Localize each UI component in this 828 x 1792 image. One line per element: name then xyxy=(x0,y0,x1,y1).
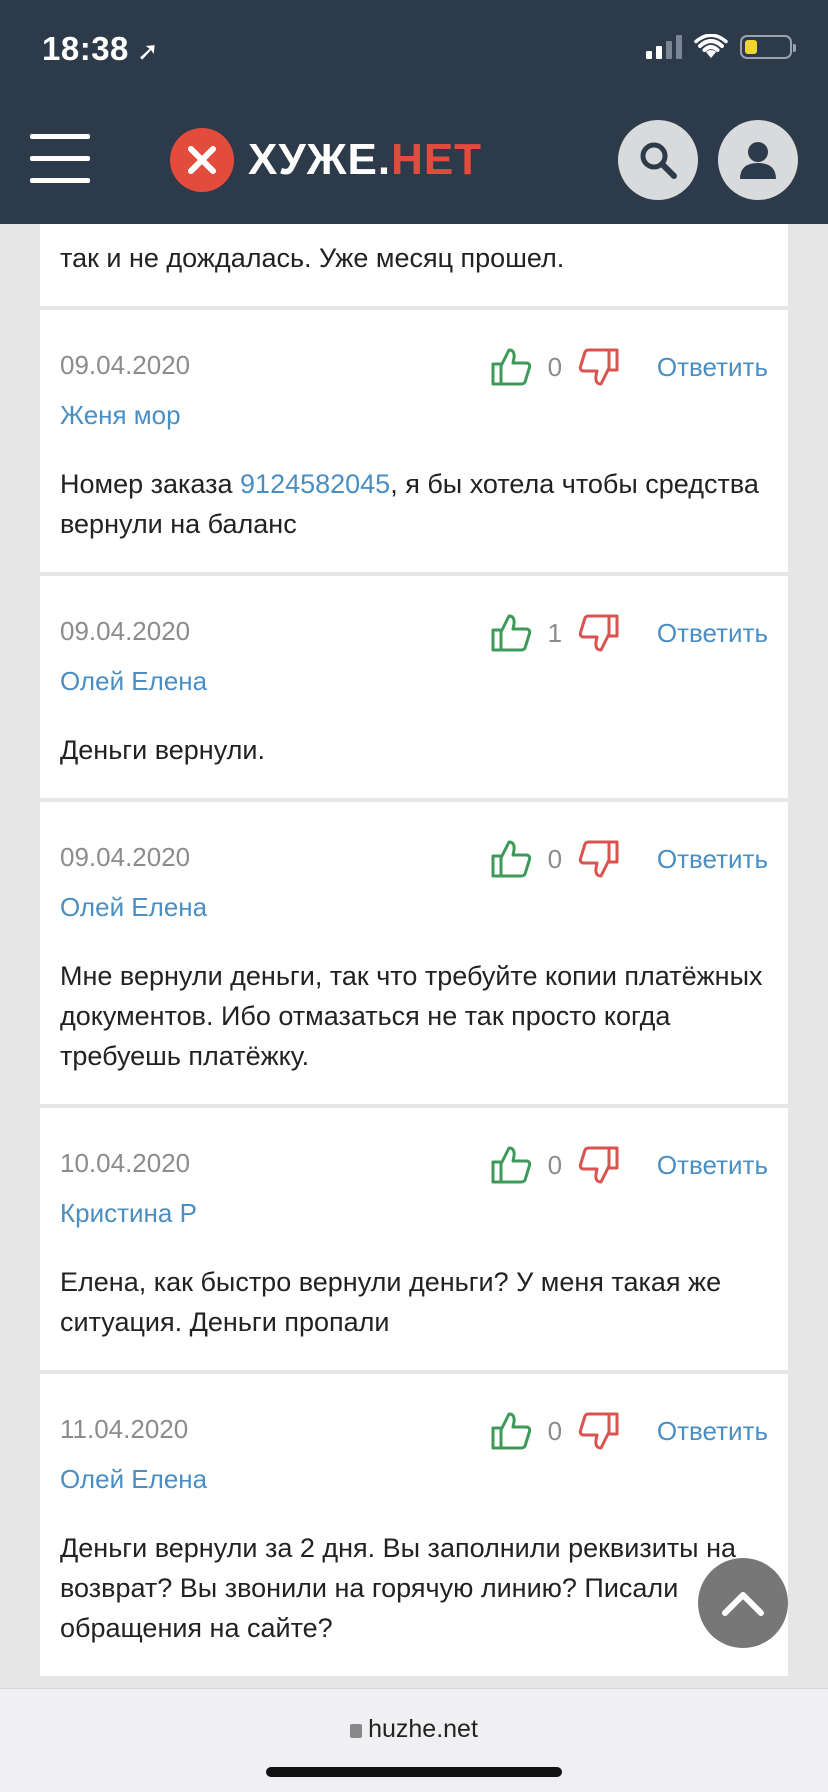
url-text: huzhe.net xyxy=(368,1715,478,1743)
thumbs-down-icon[interactable] xyxy=(577,346,621,388)
account-button[interactable] xyxy=(718,120,798,200)
comment-date: 11.04.2020 xyxy=(60,1414,189,1444)
wifi-icon xyxy=(694,34,728,58)
reply-link[interactable]: Ответить xyxy=(657,844,768,875)
comment-actions: 0 Ответить xyxy=(489,838,768,880)
comment-card: 09.04.2020 Олей Елена 0 Ответить Мне вер… xyxy=(40,802,788,1108)
comment-text: так и не дождалась. Уже месяц прошел. xyxy=(60,243,565,273)
search-icon xyxy=(640,142,677,179)
comment-card: так и не дождалась. Уже месяц прошел. xyxy=(40,224,788,310)
comment-card: 09.04.2020 Женя мор 0 Ответить Номер зак… xyxy=(40,310,788,576)
status-time: 18:38 ➚ xyxy=(42,30,159,68)
location-arrow-icon: ➚ xyxy=(136,36,160,66)
battery-icon xyxy=(740,35,796,59)
comment-author[interactable]: Олей Елена xyxy=(60,892,207,923)
thumbs-up-icon[interactable] xyxy=(489,838,533,880)
reply-link[interactable]: Ответить xyxy=(657,1416,768,1447)
logo-text: ХУЖЕ.НЕТ xyxy=(248,135,482,185)
comment-date: 09.04.2020 xyxy=(60,616,191,646)
comment-text: Мне вернули деньги, так что требуйте коп… xyxy=(60,961,763,1071)
site-header: ХУЖЕ.НЕТ xyxy=(0,96,828,224)
comments-list: так и не дождалась. Уже месяц прошел. 09… xyxy=(40,224,788,1680)
address-bar[interactable]: huzhe.net xyxy=(0,1715,828,1744)
comment-author[interactable]: Кристина Р xyxy=(60,1198,197,1229)
browser-bottom-bar: huzhe.net xyxy=(0,1688,828,1792)
cellular-signal-icon xyxy=(646,35,682,59)
comment-date: 10.04.2020 xyxy=(60,1148,191,1178)
order-number-link[interactable]: 9124582045 xyxy=(240,469,390,499)
comment-author[interactable]: Олей Елена xyxy=(60,666,207,697)
status-bar: 18:38 ➚ xyxy=(0,0,828,96)
user-icon xyxy=(740,142,776,179)
vote-count: 0 xyxy=(547,351,563,382)
comment-actions: 1 Ответить xyxy=(489,612,768,654)
reply-link[interactable]: Ответить xyxy=(657,618,768,649)
comment-text: Деньги вернули за 2 дня. Вы заполнили ре… xyxy=(60,1533,737,1643)
thumbs-up-icon[interactable] xyxy=(489,612,533,654)
chevron-up-icon xyxy=(722,1592,764,1616)
thumbs-down-icon[interactable] xyxy=(577,1144,621,1186)
thumbs-up-icon[interactable] xyxy=(489,346,533,388)
comment-text: Деньги вернули. xyxy=(60,735,265,765)
comment-text: Елена, как быстро вернули деньги? У меня… xyxy=(60,1267,722,1337)
vote-count: 0 xyxy=(547,1415,563,1446)
comment-card: 09.04.2020 Олей Елена 1 Ответить Деньги … xyxy=(40,576,788,802)
vote-count: 0 xyxy=(547,1149,563,1180)
status-icons xyxy=(646,34,796,60)
logo-text-main: ХУЖЕ. xyxy=(248,135,392,184)
comment-date: 09.04.2020 xyxy=(60,842,191,872)
comment-actions: 0 Ответить xyxy=(489,1144,768,1186)
comment-text-part: Номер заказа xyxy=(60,469,241,499)
lock-icon xyxy=(350,1724,363,1738)
thumbs-down-icon[interactable] xyxy=(577,1410,621,1452)
reply-link[interactable]: Ответить xyxy=(657,1150,768,1181)
home-indicator[interactable] xyxy=(266,1767,562,1777)
reply-link[interactable]: Ответить xyxy=(657,352,768,383)
logo-text-accent: НЕТ xyxy=(391,135,483,184)
thumbs-up-icon[interactable] xyxy=(489,1410,533,1452)
vote-count: 1 xyxy=(547,617,563,648)
comment-text: Номер заказа 9124582045, я бы хотела что… xyxy=(60,464,768,544)
search-button[interactable] xyxy=(618,120,698,200)
comment-date: 09.04.2020 xyxy=(60,350,191,380)
comment-actions: 0 Ответить xyxy=(489,1410,768,1452)
vote-count: 0 xyxy=(547,843,563,874)
comment-author[interactable]: Женя мор xyxy=(60,400,181,431)
menu-button[interactable] xyxy=(30,134,90,186)
comment-card: 10.04.2020 Кристина Р 0 Ответить Елена, … xyxy=(40,1108,788,1374)
comment-actions: 0 Ответить xyxy=(489,346,768,388)
scroll-to-top-button[interactable] xyxy=(698,1558,788,1648)
comment-author[interactable]: Олей Елена xyxy=(60,1464,207,1495)
logo-x-icon xyxy=(170,128,234,192)
site-logo[interactable]: ХУЖЕ.НЕТ xyxy=(170,128,482,192)
thumbs-up-icon[interactable] xyxy=(489,1144,533,1186)
clock-text: 18:38 xyxy=(42,30,129,67)
thumbs-down-icon[interactable] xyxy=(577,612,621,654)
comment-card: 11.04.2020 Олей Елена 0 Ответить Деньги … xyxy=(40,1374,788,1680)
thumbs-down-icon[interactable] xyxy=(577,838,621,880)
